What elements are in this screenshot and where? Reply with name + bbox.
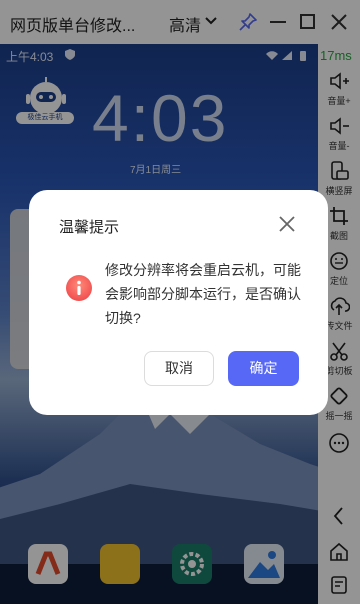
cancel-button[interactable]: 取消 [144, 351, 214, 386]
confirm-button[interactable]: 确定 [228, 351, 299, 386]
confirm-dialog: 温馨提示 修改分辨率将会重启云机，可能会影响部分脚本运行，是否确认切换? 取消 … [29, 190, 328, 415]
close-icon[interactable] [277, 214, 297, 234]
info-icon [66, 275, 92, 301]
dialog-title: 温馨提示 [59, 219, 120, 236]
dialog-message: 修改分辨率将会重启云机，可能会影响部分脚本运行，是否确认切换? [105, 262, 301, 326]
